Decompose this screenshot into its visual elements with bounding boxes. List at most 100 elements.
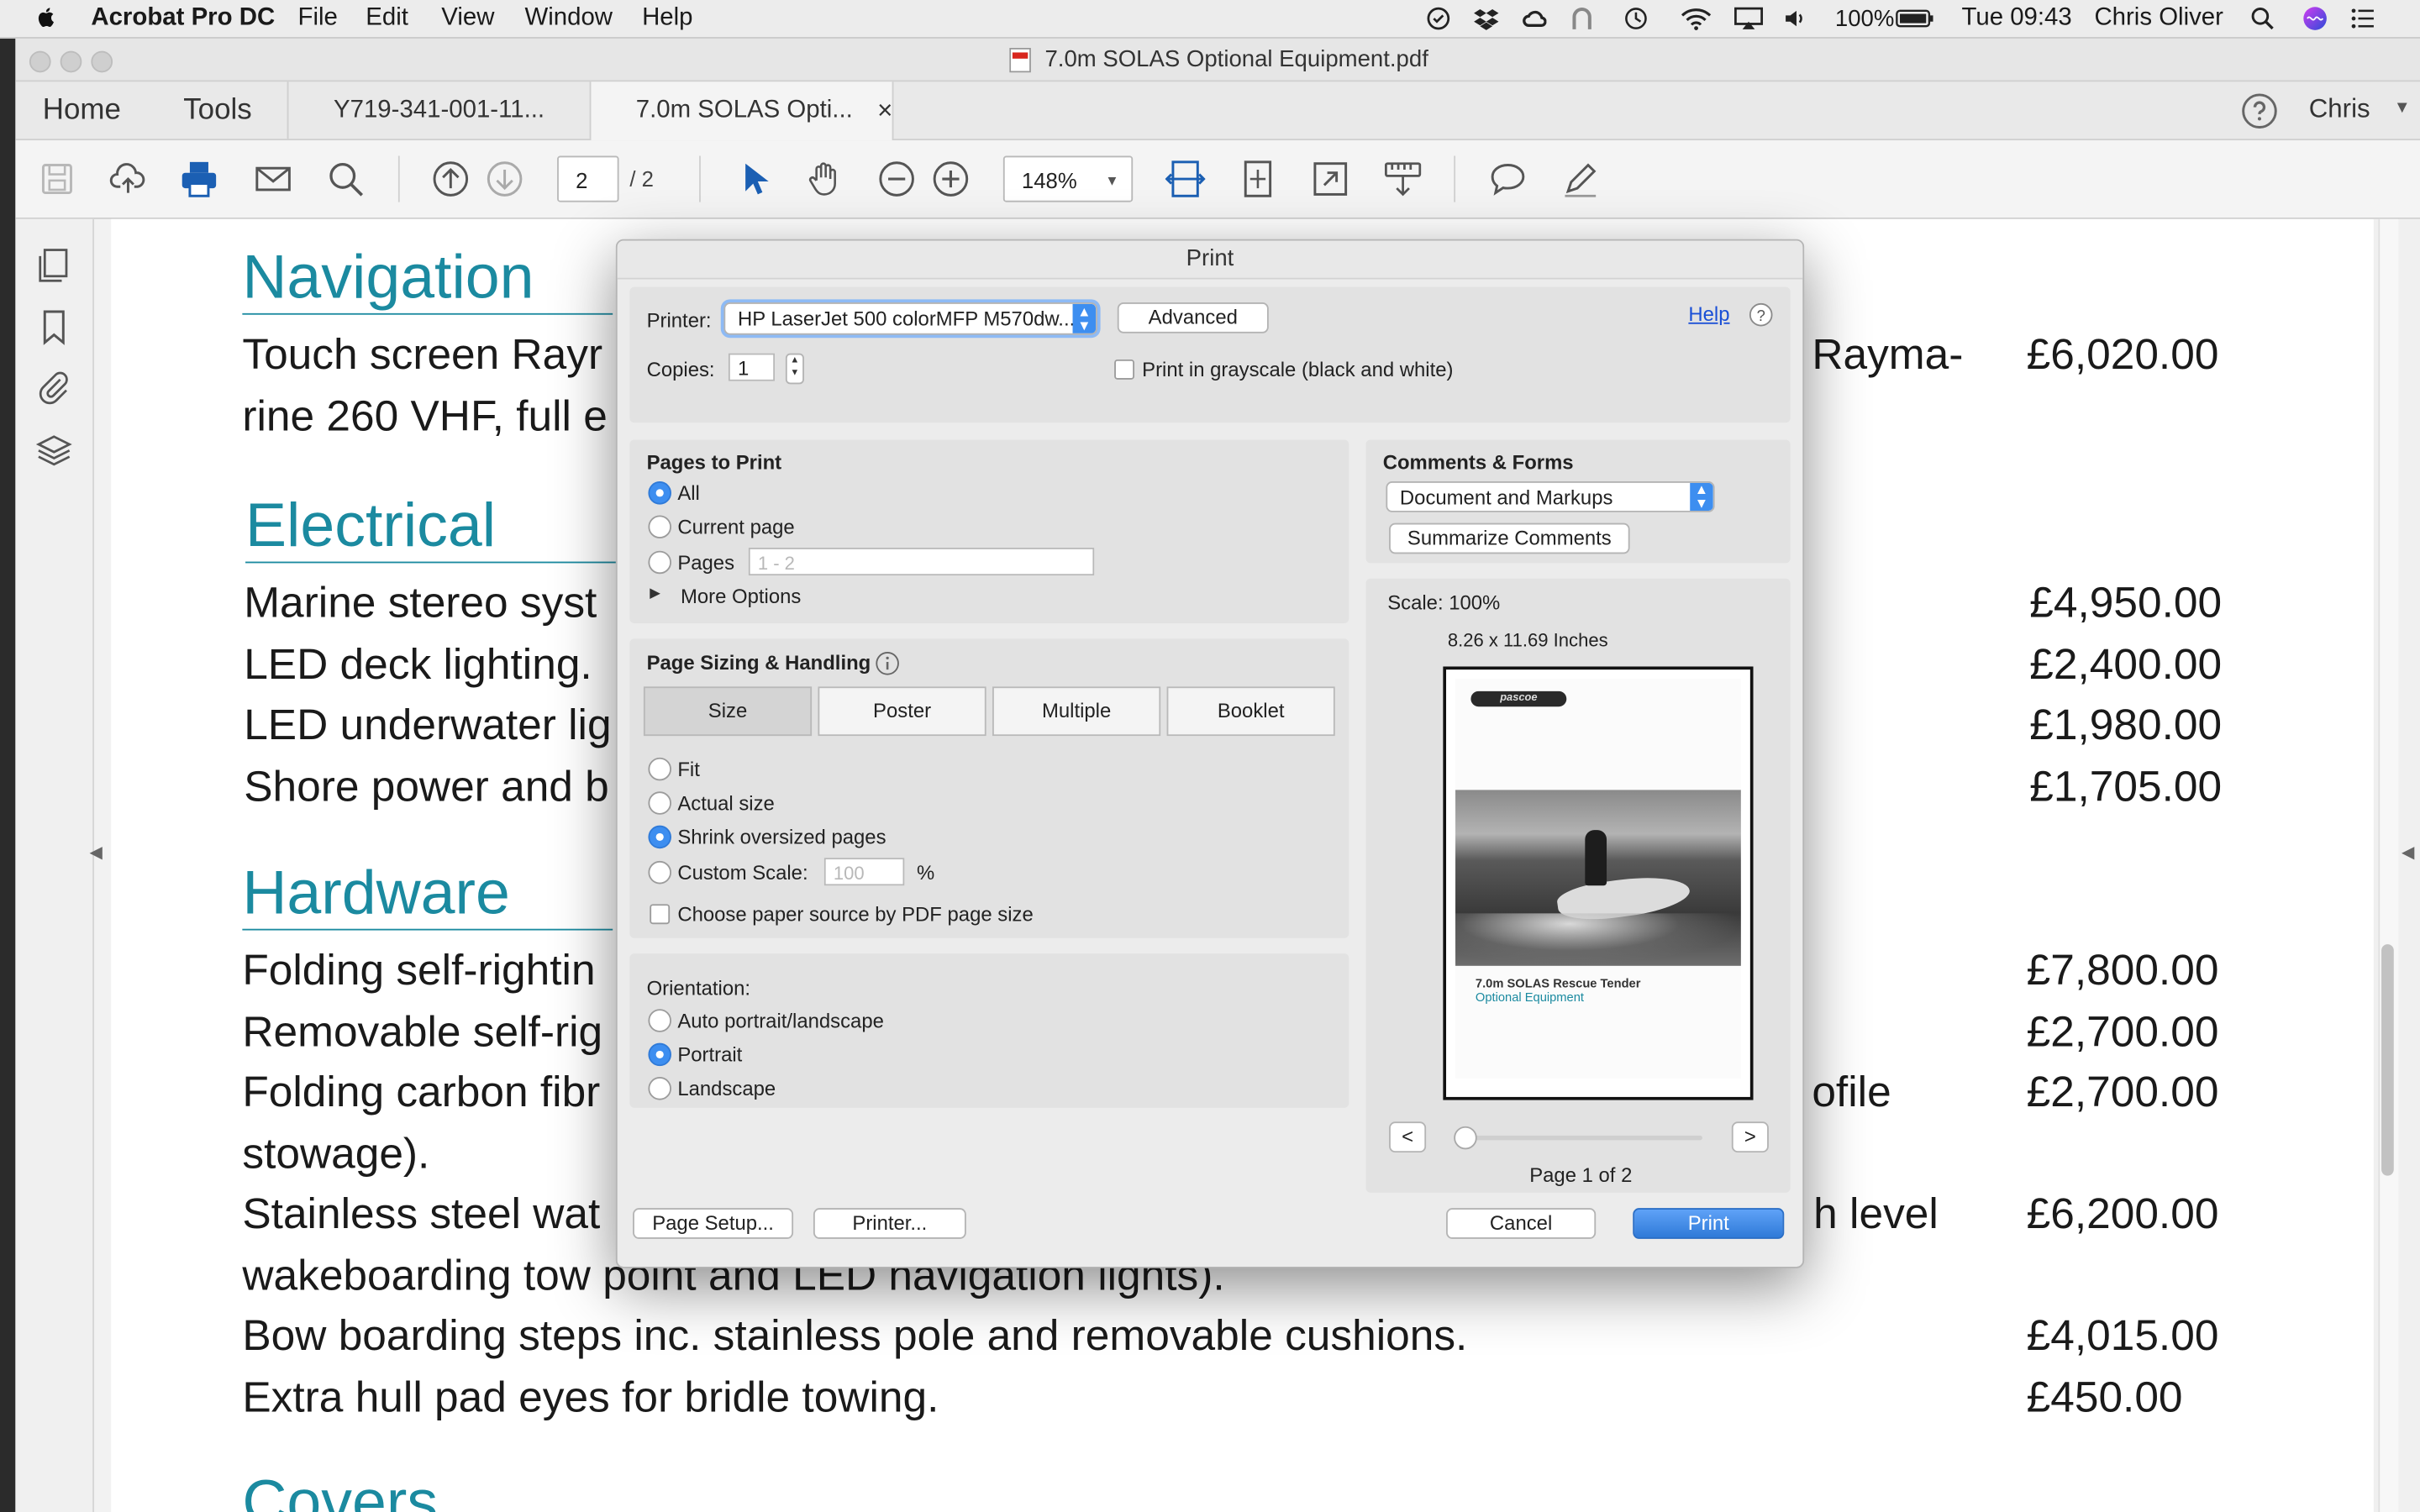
fit-radio[interactable] xyxy=(648,757,671,781)
copies-stepper[interactable]: ▲ ▼ xyxy=(785,353,804,385)
previous-page-icon[interactable] xyxy=(430,159,471,199)
menu-edit[interactable]: Edit xyxy=(366,5,408,33)
close-window-button[interactable] xyxy=(29,50,51,73)
pages-range-radio[interactable] xyxy=(648,550,671,575)
print-button[interactable]: Print xyxy=(1633,1208,1785,1239)
expand-right-pane-icon[interactable]: ◀ xyxy=(2402,843,2415,863)
zoom-out-icon[interactable] xyxy=(876,159,917,199)
airplay-icon[interactable] xyxy=(1733,6,1765,30)
percent-label: % xyxy=(917,860,935,885)
spotlight-search-icon[interactable] xyxy=(2250,6,2275,30)
tab-document-1[interactable]: Y719-341-001-11... xyxy=(288,81,592,139)
volume-icon[interactable] xyxy=(1782,6,1807,30)
pages-all-radio[interactable] xyxy=(648,481,671,505)
landscape-radio[interactable] xyxy=(648,1077,671,1100)
creative-cloud-icon[interactable] xyxy=(1522,6,1547,30)
help-link[interactable]: Help xyxy=(1688,302,1729,326)
vertical-scrollbar-thumb[interactable] xyxy=(2381,944,2394,1176)
more-options-label[interactable]: More Options xyxy=(681,585,801,608)
close-tab-icon[interactable]: × xyxy=(877,96,892,127)
account-name[interactable]: Chris xyxy=(2309,94,2370,125)
minimize-window-button[interactable] xyxy=(60,50,82,73)
preview-slider-track[interactable] xyxy=(1458,1135,1702,1141)
battery-percent[interactable]: 100% xyxy=(1835,6,1894,32)
menu-window[interactable]: Window xyxy=(524,5,613,33)
comments-forms-select[interactable]: Document and Markups ▲ ▼ xyxy=(1386,481,1715,512)
tab-home[interactable]: Home xyxy=(15,81,148,139)
size-tab-poster[interactable]: Poster xyxy=(818,686,986,737)
clock[interactable]: Tue 09:43 xyxy=(1961,5,2071,33)
notification-center-icon[interactable] xyxy=(2350,6,2375,30)
disclosure-triangle-icon[interactable]: ▶ xyxy=(650,585,660,601)
paper-source-checkbox[interactable] xyxy=(650,904,671,925)
portrait-radio[interactable] xyxy=(648,1042,671,1067)
zoom-window-button[interactable] xyxy=(91,50,113,73)
fit-page-icon[interactable] xyxy=(1238,159,1278,199)
app-menu[interactable]: Acrobat Pro DC xyxy=(91,5,275,33)
menu-file[interactable]: File xyxy=(297,5,337,33)
bookmarks-icon[interactable] xyxy=(35,308,72,345)
pages-current-radio[interactable] xyxy=(648,515,671,539)
printer-button[interactable]: Printer... xyxy=(813,1208,966,1239)
hand-tool-icon[interactable] xyxy=(804,159,844,199)
actual-size-radio[interactable] xyxy=(648,791,671,815)
comment-icon[interactable] xyxy=(1488,159,1528,199)
print-icon[interactable] xyxy=(179,159,219,199)
advanced-button[interactable]: Advanced xyxy=(1117,302,1269,333)
fit-width-icon[interactable] xyxy=(1165,159,1206,199)
time-machine-icon[interactable] xyxy=(1623,6,1648,30)
cancel-button[interactable]: Cancel xyxy=(1446,1208,1597,1239)
scroll-mode-icon[interactable] xyxy=(1383,159,1423,199)
vertical-scrollbar-track[interactable] xyxy=(2378,218,2399,1512)
tab-document-2[interactable]: 7.0m SOLAS Opti... × xyxy=(591,81,894,141)
zoom-in-icon[interactable] xyxy=(931,159,971,199)
wifi-icon[interactable] xyxy=(1681,6,1712,30)
cloud-upload-icon[interactable] xyxy=(108,159,149,199)
select-cursor-icon[interactable] xyxy=(733,159,773,199)
chevron-up-down-icon: ▲ ▼ xyxy=(1072,303,1097,333)
custom-scale-radio[interactable] xyxy=(648,860,671,885)
zoom-level-select[interactable]: 148% ▼ xyxy=(1002,155,1134,202)
user-name[interactable]: Chris Oliver xyxy=(2094,5,2223,33)
save-icon[interactable] xyxy=(37,159,77,199)
info-icon[interactable] xyxy=(875,651,899,675)
email-icon[interactable] xyxy=(253,159,293,199)
pages-range-input[interactable]: 1 - 2 xyxy=(748,548,1095,576)
preview-slider-thumb[interactable] xyxy=(1454,1126,1477,1150)
account-menu-chevron-icon[interactable]: ▼ xyxy=(2394,99,2411,118)
auto-orientation-radio[interactable] xyxy=(648,1009,671,1032)
grayscale-checkbox[interactable] xyxy=(1114,359,1134,380)
page-setup-button[interactable]: Page Setup... xyxy=(633,1208,794,1239)
menu-help[interactable]: Help xyxy=(642,5,692,33)
battery-icon[interactable] xyxy=(1896,6,1936,30)
size-tab-size[interactable]: Size xyxy=(643,686,813,737)
next-page-icon[interactable] xyxy=(485,159,525,199)
page-number-input[interactable]: 2 xyxy=(557,155,619,202)
menu-view[interactable]: View xyxy=(441,5,494,33)
shrink-oversized-radio[interactable] xyxy=(648,825,671,849)
size-tab-multiple[interactable]: Multiple xyxy=(992,686,1161,737)
expand-left-pane-icon[interactable]: ◀ xyxy=(90,843,103,863)
help-icon[interactable] xyxy=(2241,92,2278,129)
tab-tools[interactable]: Tools xyxy=(148,81,289,139)
page-thumbnails-icon[interactable] xyxy=(35,247,72,284)
previous-preview-button[interactable]: < xyxy=(1389,1121,1427,1153)
layers-icon[interactable] xyxy=(35,432,72,469)
copies-input[interactable]: 1 xyxy=(728,353,776,381)
help-icon[interactable]: ? xyxy=(1749,302,1773,327)
next-preview-button[interactable]: > xyxy=(1731,1121,1769,1153)
full-screen-icon[interactable] xyxy=(1310,159,1350,199)
lock-arch-icon[interactable] xyxy=(1570,6,1594,30)
summarize-comments-button[interactable]: Summarize Comments xyxy=(1389,522,1630,554)
apple-icon[interactable] xyxy=(34,5,58,29)
dropbox-icon[interactable] xyxy=(1474,6,1499,30)
custom-scale-input[interactable]: 100 xyxy=(823,858,905,886)
attachments-icon[interactable] xyxy=(35,369,72,406)
printer-select[interactable]: HP LaserJet 500 colorMFP M570dw... ▲ ▼ xyxy=(723,302,1097,335)
pen-draw-icon[interactable] xyxy=(1560,159,1601,199)
checkmark-status-icon[interactable] xyxy=(1426,6,1450,30)
size-tab-booklet[interactable]: Booklet xyxy=(1166,686,1335,737)
search-icon[interactable] xyxy=(326,159,366,199)
siri-icon[interactable] xyxy=(2302,6,2327,30)
item-line: Folding carbon fibr xyxy=(242,1068,601,1116)
